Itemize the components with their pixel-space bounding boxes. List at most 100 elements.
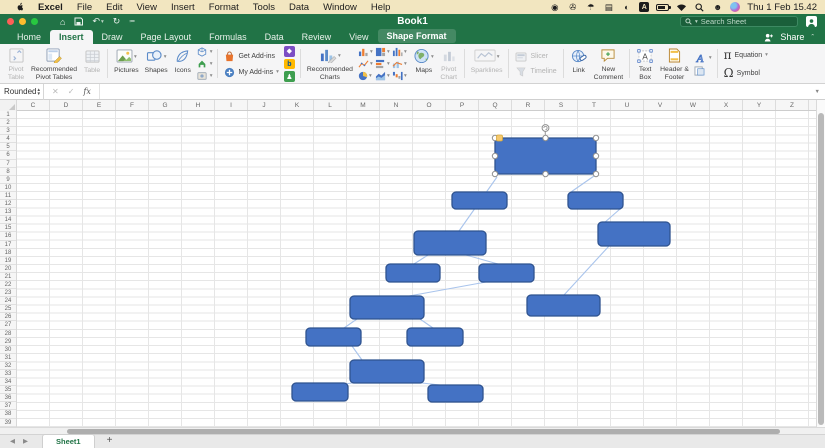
column-header-R[interactable]: R — [512, 100, 545, 110]
row-header-20[interactable]: 20 — [0, 265, 16, 273]
tab-review[interactable]: Review — [293, 30, 341, 44]
row-header-22[interactable]: 22 — [0, 281, 16, 289]
row-header-5[interactable]: 5 — [0, 143, 16, 151]
recommended-charts-button[interactable]: ▾ Recommended Charts — [304, 46, 356, 82]
signature-line-button[interactable] — [694, 66, 712, 76]
column-header-Q[interactable]: Q — [479, 100, 512, 110]
cancel-entry-icon[interactable]: ✕ — [52, 87, 59, 96]
insert-function-icon[interactable]: fx — [83, 87, 90, 96]
menu-item-window[interactable]: Window — [316, 2, 364, 13]
worksheet-grid[interactable]: CDEFGHIJKLMNOPQRSTUVWXYZ 123456789101112… — [0, 100, 825, 427]
select-all-corner[interactable] — [0, 100, 17, 111]
save-icon[interactable] — [74, 17, 83, 26]
tab-draw[interactable]: Draw — [93, 30, 132, 44]
row-header-10[interactable]: 10 — [0, 184, 16, 192]
column-header-E[interactable]: E — [83, 100, 116, 110]
pie-chart-button[interactable]: ▾ — [358, 70, 375, 82]
my-add-ins-button[interactable]: My Add-ins ▾ — [224, 67, 278, 78]
vertical-scrollbar[interactable] — [816, 100, 825, 427]
menu-item-help[interactable]: Help — [364, 2, 398, 13]
formula-bar-expand-icon[interactable]: ▼ — [810, 89, 825, 95]
row-header-15[interactable]: 15 — [0, 224, 16, 232]
pictures-button[interactable]: ▾ Pictures — [111, 46, 142, 82]
zoom-window-button[interactable] — [31, 18, 38, 25]
column-header-H[interactable]: H — [182, 100, 215, 110]
row-header-36[interactable]: 36 — [0, 394, 16, 402]
column-header-G[interactable]: G — [149, 100, 182, 110]
column-header-L[interactable]: L — [314, 100, 347, 110]
close-window-button[interactable] — [7, 18, 14, 25]
siri-icon[interactable] — [730, 2, 740, 12]
horizontal-scrollbar[interactable] — [0, 427, 825, 435]
menu-item-edit[interactable]: Edit — [99, 2, 129, 13]
column-header-M[interactable]: M — [347, 100, 380, 110]
row-header-37[interactable]: 37 — [0, 402, 16, 410]
row-header-4[interactable]: 4 — [0, 135, 16, 143]
row-header-19[interactable]: 19 — [0, 257, 16, 265]
bar-chart-button[interactable]: ▾ — [375, 58, 392, 70]
header-footer-button[interactable]: Header & Footer — [657, 46, 692, 82]
row-header-8[interactable]: 8 — [0, 168, 16, 176]
account-avatar[interactable] — [806, 16, 817, 27]
row-header-21[interactable]: 21 — [0, 273, 16, 281]
pivot-table-button[interactable]: Pivot Table — [4, 46, 28, 82]
row-header-35[interactable]: 35 — [0, 386, 16, 394]
minimize-window-button[interactable] — [19, 18, 26, 25]
row-header-39[interactable]: 39 — [0, 419, 16, 427]
column-header-Y[interactable]: Y — [743, 100, 776, 110]
bing-app-icon[interactable]: b — [284, 59, 295, 70]
name-box[interactable]: Rounded... ▲▼ — [0, 84, 44, 100]
area-chart-button[interactable]: ▾ — [375, 70, 392, 82]
text-box-button[interactable]: A Text Box — [633, 46, 657, 82]
row-header-12[interactable]: 12 — [0, 200, 16, 208]
column-header-C[interactable]: C — [17, 100, 50, 110]
umbrella-icon[interactable]: ☂ — [585, 2, 596, 13]
menu-item-view[interactable]: View — [130, 2, 164, 13]
confirm-entry-icon[interactable]: ✓ — [68, 87, 75, 96]
shapes-button[interactable]: ▾ Shapes — [142, 46, 171, 82]
row-header-28[interactable]: 28 — [0, 330, 16, 338]
stack-icon[interactable]: ▤ — [603, 2, 614, 13]
menu-item-format[interactable]: Format — [202, 2, 246, 13]
add-sheet-button[interactable]: + — [95, 436, 113, 448]
tab-data[interactable]: Data — [256, 30, 293, 44]
column-header-V[interactable]: V — [644, 100, 677, 110]
row-header-11[interactable]: 11 — [0, 192, 16, 200]
column-header-I[interactable]: I — [215, 100, 248, 110]
row-header-6[interactable]: 6 — [0, 151, 16, 159]
statistic-chart-button[interactable]: ▾ — [392, 46, 409, 58]
row-header-3[interactable]: 3 — [0, 127, 16, 135]
battery-icon[interactable] — [656, 4, 669, 11]
column-header-F[interactable]: F — [116, 100, 149, 110]
home-icon[interactable]: ⌂ — [60, 17, 65, 27]
column-header-X[interactable]: X — [710, 100, 743, 110]
more-icon[interactable]: ≔ — [129, 18, 135, 25]
maps-button[interactable]: ▾ Maps — [411, 46, 437, 82]
slicer-button[interactable]: Slicer — [515, 52, 556, 62]
play-icon[interactable]: ◐ — [621, 2, 632, 13]
get-add-ins-button[interactable]: Get Add-ins — [224, 51, 278, 62]
tab-formulas[interactable]: Formulas — [200, 30, 256, 44]
menu-item-insert[interactable]: Insert — [164, 2, 202, 13]
search-sheet-input[interactable]: ▾ Search Sheet — [680, 16, 798, 27]
formula-input[interactable] — [99, 84, 810, 99]
row-header-23[interactable]: 23 — [0, 289, 16, 297]
menu-item-excel[interactable]: Excel — [31, 2, 70, 13]
column-header-W[interactable]: W — [677, 100, 710, 110]
record-icon[interactable]: ◉ — [549, 2, 560, 13]
sheet-tab-sheet1[interactable]: Sheet1 — [42, 434, 95, 448]
combo-chart-button[interactable]: ▾ — [392, 58, 409, 70]
waterfall-chart-button[interactable]: ▾ — [392, 70, 409, 82]
row-header-24[interactable]: 24 — [0, 297, 16, 305]
hierarchy-chart-button[interactable]: ▾ — [375, 46, 392, 58]
vertical-scrollbar-thumb[interactable] — [818, 113, 824, 425]
column-header-N[interactable]: N — [380, 100, 413, 110]
column-header-Z[interactable]: Z — [776, 100, 809, 110]
column-header-T[interactable]: T — [578, 100, 611, 110]
column-header-P[interactable]: P — [446, 100, 479, 110]
row-header-1[interactable]: 1 — [0, 111, 16, 119]
3d-models-button[interactable]: ▾ — [197, 47, 213, 57]
row-header-29[interactable]: 29 — [0, 338, 16, 346]
menu-item-file[interactable]: File — [70, 2, 99, 13]
redo-icon[interactable]: ↻ — [113, 16, 121, 27]
